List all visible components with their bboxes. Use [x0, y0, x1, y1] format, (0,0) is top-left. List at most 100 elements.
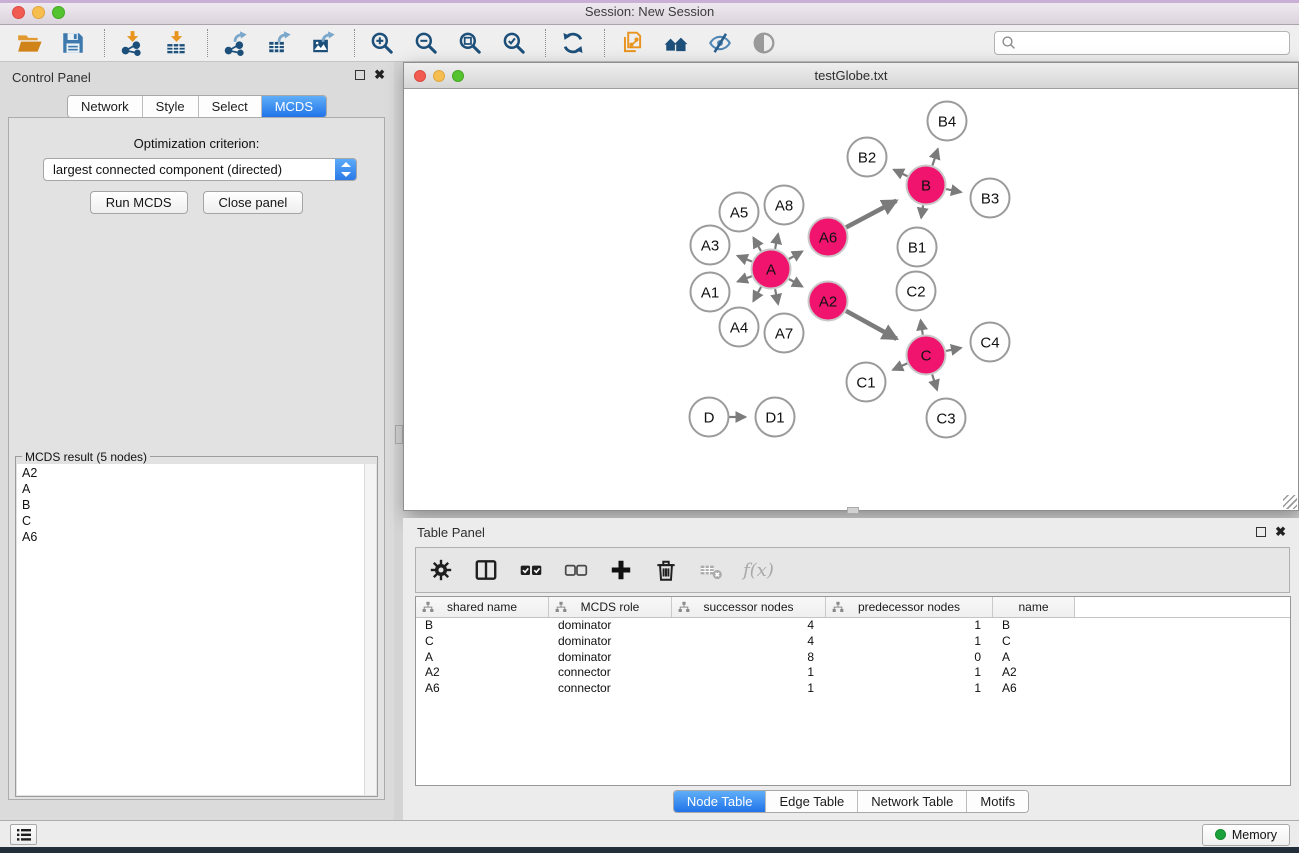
refresh-network-icon[interactable] [558, 29, 587, 58]
tab-style[interactable]: Style [143, 96, 199, 117]
graph-edge-A-A6[interactable] [789, 251, 802, 259]
graph-edge-B-B2[interactable] [894, 170, 908, 177]
window-resize-grip[interactable] [1283, 495, 1297, 509]
graph-node-A1[interactable]: A1 [691, 273, 730, 312]
graph-edge-B-B1[interactable] [921, 205, 923, 218]
graph-node-D[interactable]: D [690, 398, 729, 437]
show-hidden-icon[interactable] [749, 29, 778, 58]
graph-node-A3[interactable]: A3 [691, 226, 730, 265]
network-close-button[interactable] [414, 70, 426, 82]
graph-node-C4[interactable]: C4 [971, 323, 1010, 362]
export-table-icon[interactable] [264, 29, 293, 58]
graph-node-A7[interactable]: A7 [765, 314, 804, 353]
mcds-result-item[interactable]: A6 [17, 528, 376, 544]
open-session-icon[interactable] [14, 29, 43, 58]
graph-edge-B-B3[interactable] [946, 189, 961, 192]
graph-node-B[interactable]: B [907, 166, 946, 205]
float-table-panel-icon[interactable] [1256, 527, 1266, 537]
graph-node-A6[interactable]: A6 [809, 218, 848, 257]
new-network-from-selection-icon[interactable] [617, 29, 646, 58]
mcds-result-item[interactable]: A2 [17, 464, 376, 480]
export-network-icon[interactable] [220, 29, 249, 58]
network-minimize-button[interactable] [433, 70, 445, 82]
task-history-button[interactable] [10, 824, 37, 845]
tab-node-table[interactable]: Node Table [674, 791, 767, 812]
table-row[interactable]: Cdominator41C [416, 634, 1290, 650]
memory-button[interactable]: Memory [1202, 824, 1290, 846]
criterion-select[interactable]: largest connected component (directed) [43, 158, 357, 181]
network-window-titlebar[interactable]: testGlobe.txt [404, 63, 1298, 89]
graph-node-C2[interactable]: C2 [897, 272, 936, 311]
network-canvas[interactable]: AA1A2A3A4A5A6A7A8BB1B2B3B4CC1C2C3C4DD1 [404, 89, 1298, 510]
graph-edge-B-B4[interactable] [932, 149, 937, 166]
graph-node-A4[interactable]: A4 [720, 308, 759, 347]
deselect-all-rows-icon[interactable] [563, 557, 589, 583]
mcds-result-item[interactable]: C [17, 512, 376, 528]
table-row[interactable]: Adominator80A [416, 650, 1290, 666]
graph-edge-A2-C[interactable] [846, 311, 897, 339]
vertical-divider-grip[interactable] [395, 425, 403, 444]
graph-edge-A-A2[interactable] [789, 279, 802, 287]
graph-edge-A-A1[interactable] [738, 276, 752, 281]
graph-node-B3[interactable]: B3 [971, 179, 1010, 218]
table-row[interactable]: Bdominator41B [416, 618, 1290, 634]
result-scrollbar[interactable] [364, 464, 376, 795]
export-image-icon[interactable] [308, 29, 337, 58]
search-box[interactable] [994, 31, 1290, 55]
tab-edge-table[interactable]: Edge Table [766, 791, 858, 812]
close-table-panel-icon[interactable]: ✖ [1275, 527, 1286, 537]
column-header-successor-nodes[interactable]: successor nodes [672, 597, 826, 617]
graph-edge-C-C4[interactable] [946, 348, 961, 351]
graph-edge-A-A3[interactable] [738, 256, 752, 262]
table-row[interactable]: A2connector11A2 [416, 665, 1290, 681]
tab-network[interactable]: Network [68, 96, 143, 117]
column-header-shared-name[interactable]: shared name [416, 597, 549, 617]
graph-edge-A-A4[interactable] [753, 287, 761, 301]
graph-edge-C-C1[interactable] [893, 363, 907, 370]
hide-selected-icon[interactable] [705, 29, 734, 58]
float-panel-icon[interactable] [355, 70, 365, 80]
graph-node-C1[interactable]: C1 [847, 363, 886, 402]
close-window-button[interactable] [12, 6, 25, 19]
graph-edge-A-A7[interactable] [775, 289, 778, 304]
graph-node-A2[interactable]: A2 [809, 282, 848, 321]
close-panel-button[interactable]: Close panel [203, 191, 304, 214]
graph-node-A[interactable]: A [752, 250, 791, 289]
column-header-MCDS-role[interactable]: MCDS role [549, 597, 672, 617]
first-neighbors-icon[interactable] [661, 29, 690, 58]
close-panel-icon[interactable]: ✖ [374, 70, 385, 80]
mcds-result-item[interactable]: B [17, 496, 376, 512]
graph-edge-A6-B[interactable] [846, 201, 896, 228]
graph-edge-C-C3[interactable] [932, 375, 937, 390]
import-network-icon[interactable] [117, 29, 146, 58]
zoom-window-button[interactable] [52, 6, 65, 19]
graph-node-D1[interactable]: D1 [756, 398, 795, 437]
graph-edge-A-A8[interactable] [775, 234, 778, 249]
graph-edge-A-A5[interactable] [753, 238, 761, 251]
zoom-fit-icon[interactable] [455, 29, 484, 58]
minimize-window-button[interactable] [32, 6, 45, 19]
mcds-result-item[interactable]: A [17, 480, 376, 496]
run-mcds-button[interactable]: Run MCDS [90, 191, 188, 214]
delete-column-icon[interactable] [653, 557, 679, 583]
graph-edge-C-C2[interactable] [921, 320, 923, 335]
mcds-result-list[interactable]: A2ABCA6 [17, 464, 376, 795]
graph-node-A8[interactable]: A8 [765, 186, 804, 225]
graph-node-B4[interactable]: B4 [928, 102, 967, 141]
graph-node-A5[interactable]: A5 [720, 193, 759, 232]
graph-node-B1[interactable]: B1 [898, 228, 937, 267]
save-session-icon[interactable] [58, 29, 87, 58]
column-layout-icon[interactable] [473, 557, 499, 583]
tab-motifs[interactable]: Motifs [967, 791, 1028, 812]
column-header-name[interactable]: name [993, 597, 1075, 617]
add-column-icon[interactable] [608, 557, 634, 583]
zoom-selected-icon[interactable] [499, 29, 528, 58]
node-table[interactable]: shared nameMCDS rolesuccessor nodesprede… [415, 596, 1291, 786]
search-input[interactable] [1017, 33, 1289, 53]
tab-mcds[interactable]: MCDS [262, 96, 326, 117]
table-settings-icon[interactable] [428, 557, 454, 583]
column-header-predecessor-nodes[interactable]: predecessor nodes [826, 597, 993, 617]
graph-node-C[interactable]: C [907, 336, 946, 375]
tab-select[interactable]: Select [199, 96, 262, 117]
table-row[interactable]: A6connector11A6 [416, 681, 1290, 697]
